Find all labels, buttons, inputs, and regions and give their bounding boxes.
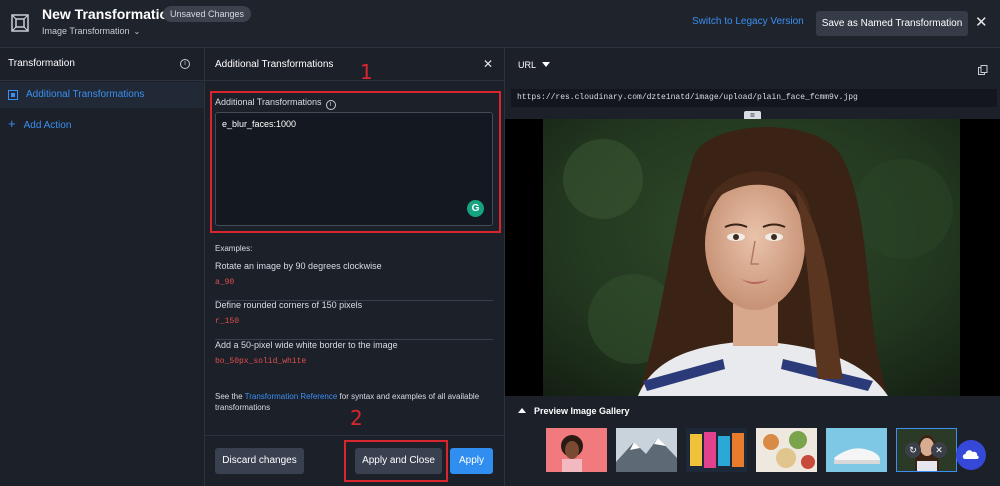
image-preview (505, 119, 1000, 396)
gallery-thumbnail[interactable] (756, 428, 817, 472)
thumbnail-image (826, 428, 887, 472)
logo-icon (11, 14, 29, 32)
transformation-reference-link[interactable]: Transformation Reference (245, 392, 338, 401)
panel-header: Additional Transformations ✕ (205, 48, 505, 81)
example-item: Add a 50-pixel wide white border to the … (215, 340, 493, 380)
additional-transformations-input[interactable] (215, 112, 493, 226)
additional-transformations-panel: Additional Transformations ✕ 1 Additiona… (205, 48, 505, 486)
chat-icon[interactable] (956, 440, 986, 470)
close-icon[interactable]: ✕ (975, 14, 988, 31)
annotation-number: 2 (350, 406, 363, 430)
thumbnail-image (616, 428, 677, 472)
sidebar-title: Transformation (8, 58, 75, 69)
transformation-type-label: Image Transformation (42, 26, 130, 36)
info-icon[interactable]: i (325, 100, 336, 110)
gallery-thumbnail[interactable] (616, 428, 677, 472)
remove-icon[interactable]: ✕ (931, 442, 947, 458)
unsaved-badge: Unsaved Changes (163, 6, 252, 22)
field-label-text: Additional Transformations (215, 97, 322, 107)
plus-icon: + (8, 116, 16, 131)
save-named-transformation-button[interactable]: Save as Named Transformation (816, 11, 968, 36)
annotation-number: 1 (360, 60, 373, 84)
chevron-down-icon (542, 62, 551, 67)
apply-button[interactable]: Apply (450, 448, 493, 474)
chevron-down-icon: ⌄ (133, 27, 141, 36)
examples-heading: Examples: (215, 244, 253, 253)
grammarly-icon[interactable]: G (467, 200, 484, 217)
transformation-type-dropdown[interactable]: Image Transformation ⌄ (42, 26, 140, 36)
switch-legacy-link[interactable]: Switch to Legacy Version (692, 16, 804, 27)
example-code: bo_50px_solid_white (215, 357, 307, 366)
thumbnail-image (546, 428, 607, 472)
copy-icon[interactable] (978, 65, 988, 75)
close-icon[interactable]: ✕ (483, 57, 493, 71)
example-item: Rotate an image by 90 degrees clockwise … (215, 261, 493, 301)
sidebar-item-additional-transformations[interactable]: Additional Transformations (0, 82, 204, 108)
panel-title: Additional Transformations (215, 59, 334, 70)
reset-icon[interactable]: ↻ (905, 442, 921, 458)
chevron-up-icon (518, 408, 526, 413)
delivery-url[interactable]: https://res.cloudinary.com/dzte1natd/ima… (511, 89, 997, 107)
output-format-dropdown[interactable]: URL (518, 60, 551, 70)
panel-footer: Discard changes Apply and Close Apply (205, 435, 505, 486)
example-code: a_90 (215, 278, 235, 287)
example-description: Define rounded corners of 150 pixels (215, 300, 363, 310)
top-header: New Transformation Unsaved Changes Image… (0, 0, 1000, 48)
page-title: New Transformation (42, 6, 177, 22)
transformation-sidebar: Transformation i Additional Transformati… (0, 48, 205, 486)
layer-icon (8, 90, 18, 100)
example-description: Add a 50-pixel wide white border to the … (215, 340, 398, 350)
info-icon[interactable]: i (180, 59, 190, 69)
thumbnail-image (686, 428, 747, 472)
cloud-icon (962, 450, 979, 459)
gallery-thumbnail[interactable] (546, 428, 607, 472)
gallery-toggle[interactable]: Preview Image Gallery (518, 406, 630, 416)
add-action-button[interactable]: + Add Action (8, 116, 71, 131)
gallery-title: Preview Image Gallery (534, 406, 630, 416)
apply-and-close-button[interactable]: Apply and Close (355, 448, 442, 474)
discard-changes-button[interactable]: Discard changes (215, 448, 304, 474)
gallery-thumbnail[interactable] (686, 428, 747, 472)
example-code: r_150 (215, 317, 240, 326)
field-label: Additional Transformations i (215, 97, 336, 110)
reference-note-pre: See the (215, 392, 245, 401)
sidebar-header: Transformation i (0, 48, 204, 81)
example-item: Define rounded corners of 150 pixels r_1… (215, 300, 493, 340)
sidebar-item-label: Additional Transformations (26, 89, 145, 100)
output-format-label: URL (518, 60, 537, 70)
add-action-label: Add Action (23, 120, 72, 131)
preview-image (543, 119, 960, 396)
preview-panel: URL https://res.cloudinary.com/dzte1natd… (505, 48, 1000, 486)
gallery-thumbnail[interactable] (826, 428, 887, 472)
example-description: Rotate an image by 90 degrees clockwise (215, 261, 382, 271)
thumbnail-image (756, 428, 817, 472)
gallery-thumbnail-selected[interactable]: ↻ ✕ (896, 428, 957, 472)
